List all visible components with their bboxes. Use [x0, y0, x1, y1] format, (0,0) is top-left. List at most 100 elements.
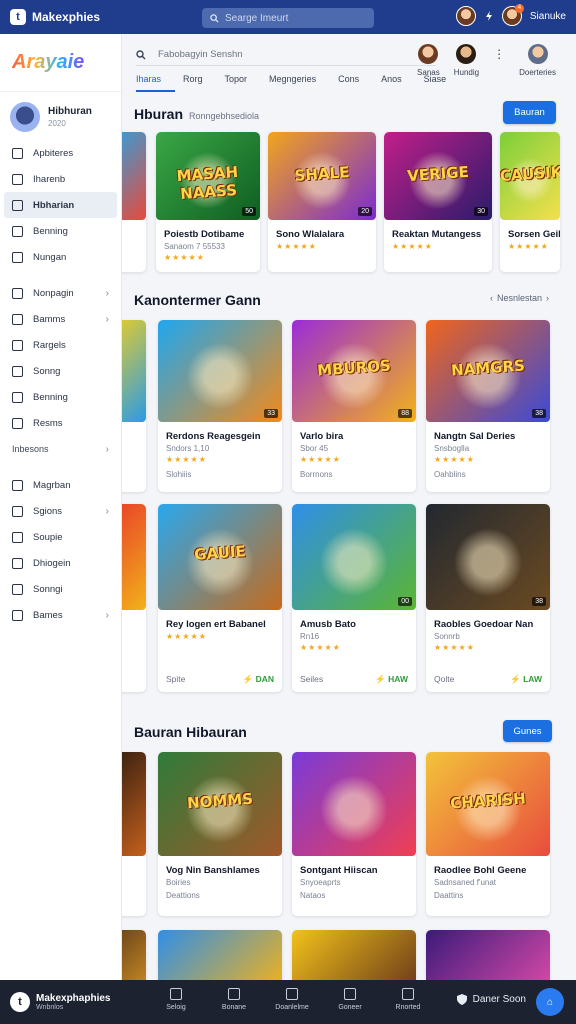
game-thumbnail[interactable]: NAMGRS 38 — [426, 320, 550, 422]
game-card[interactable]: NAMGRS 38 Nangtn Sal Deries Snsboglla ★★★★★ O… — [426, 320, 550, 492]
game-title[interactable]: Vog Nin Banshlames — [166, 865, 260, 876]
sidebar-item-items3-0[interactable]: Magrban — [0, 472, 121, 498]
profile[interactable]: Hibhuran 2020 — [0, 92, 121, 140]
game-card[interactable]: GAUIE Rey logen ert Babanel ★★★★★ Spite DAN — [158, 504, 282, 692]
sidebar-item-items-1[interactable]: Iharenb — [0, 166, 121, 192]
game-title[interactable]: Poiestb Dotibame — [164, 229, 244, 240]
more-dots-icon[interactable]: ⋮ — [493, 44, 505, 64]
game-thumbnail[interactable]: SHALE 20 — [268, 132, 376, 220]
game-card[interactable]: 38 Raobles Goedoar Nan Sonnrb ★★★★★ Qolte LAW — [426, 504, 550, 692]
section-action-button[interactable]: Gunes — [503, 720, 552, 742]
home-fab-button[interactable]: ⌂ — [536, 988, 564, 1016]
game-card[interactable]: CHARISH Raodlee Bohl Geene Sadnsaned f'una… — [426, 752, 550, 916]
tab-1[interactable]: Rorg — [183, 74, 217, 92]
game-title[interactable]: Amusb Bato — [300, 619, 356, 630]
content-search[interactable] — [136, 44, 436, 66]
game-title[interactable]: Raodlee Bohl Geene — [434, 865, 526, 876]
game-card[interactable]: MBUROS 88 Varlo bira Sbor 45 ★★★★★ Borrnons — [292, 320, 416, 492]
tab-5[interactable]: Anos — [381, 74, 416, 92]
see-more-link[interactable]: ‹ Nesnlestan › — [490, 293, 549, 303]
top-user-name[interactable]: Sianuke — [530, 11, 566, 22]
game-card-partial[interactable] — [122, 930, 146, 980]
sub-user-2[interactable]: Hundig — [454, 44, 479, 77]
game-card-partial[interactable] — [158, 930, 282, 980]
game-card-partial[interactable] — [122, 132, 146, 272]
game-title[interactable]: Reaktan Mutangess — [392, 229, 481, 240]
bottom-nav-item[interactable]: Doanlelme — [275, 988, 309, 1011]
chevron-right-icon[interactable]: › — [546, 293, 549, 303]
game-title[interactable]: Sorsen Geilor — [508, 229, 560, 240]
game-thumbnail[interactable]: 33 — [158, 320, 282, 422]
game-price[interactable]: DAN — [243, 674, 274, 685]
game-thumbnail[interactable]: 38 — [426, 504, 550, 610]
sidebar-item-items3-4[interactable]: Sonngi — [0, 576, 121, 602]
game-thumbnail[interactable]: MASAH NAASS 50 — [156, 132, 260, 220]
sidebar-item-items2-5[interactable]: Resms — [0, 410, 121, 436]
game-thumbnail[interactable]: CAUSIKIE — [500, 132, 560, 220]
game-price[interactable]: HAW — [375, 674, 408, 685]
game-card[interactable]: SHALE 20 Sono Wlalalara ★★★★★ — [268, 132, 376, 272]
game-title[interactable]: Rey logen ert Babanel — [166, 619, 266, 630]
sidebar-item-items-3[interactable]: Benning — [0, 218, 121, 244]
top-search-box[interactable] — [202, 8, 374, 28]
bottom-nav-item[interactable]: Rnorted — [392, 988, 424, 1011]
game-card[interactable]: NOMMS Vog Nin Banshlames Boiries Deattions — [158, 752, 282, 916]
game-thumbnail[interactable]: 00 — [292, 504, 416, 610]
sidebar-item-items-2[interactable]: Hbharian — [4, 192, 117, 218]
sidebar-item-items2-0[interactable]: Nonpagin › — [0, 280, 121, 306]
game-thumbnail[interactable]: NOMMS — [158, 752, 282, 856]
tab-2[interactable]: Topor — [225, 74, 262, 92]
top-search-input[interactable] — [225, 12, 365, 24]
game-card[interactable]: VERIGE 30 Reaktan Mutangess ★★★★★ — [384, 132, 492, 272]
game-price[interactable]: LAW — [510, 674, 542, 685]
sidebar-item-items3-5[interactable]: Bames › — [0, 602, 121, 628]
sidebar-item-items2-2[interactable]: Rargels — [0, 332, 121, 358]
game-thumbnail[interactable]: CHARISH — [426, 752, 550, 856]
game-card[interactable]: CAUSIKIE Sorsen Geilor ★★★★★ — [500, 132, 560, 272]
game-card[interactable]: 00 Amusb Bato Rn16 ★★★★★ Seiles HAW — [292, 504, 416, 692]
sub-user-1[interactable]: Sanas — [417, 44, 440, 77]
brand-logo[interactable]: Arayaie — [12, 51, 84, 74]
sidebar-item-items2-4[interactable]: Benning — [0, 384, 121, 410]
tab-0[interactable]: Iharas — [136, 74, 176, 92]
game-thumbnail[interactable]: MBUROS 88 — [292, 320, 416, 422]
game-thumbnail[interactable] — [292, 752, 416, 856]
tab-4[interactable]: Cons — [338, 74, 373, 92]
sidebar-item-items-4[interactable]: Nungan — [0, 244, 121, 270]
game-thumbnail[interactable]: VERIGE 30 — [384, 132, 492, 220]
tab-3[interactable]: Megngeries — [269, 74, 330, 92]
game-title[interactable]: Raobles Goedoar Nan — [434, 619, 533, 630]
sidebar-item-items3-3[interactable]: Dhiogein — [0, 550, 121, 576]
game-card[interactable]: 33 Rerdons Reagesgein Sndors 1,10 ★★★★★ Sloh… — [158, 320, 282, 492]
game-title[interactable]: Rerdons Reagesgein — [166, 431, 261, 442]
sidebar-item-items3-1[interactable]: Sgions › — [0, 498, 121, 524]
game-title[interactable]: Sontgant Hiiscan — [300, 865, 378, 876]
game-card-partial[interactable] — [292, 930, 416, 980]
game-card[interactable]: Sontgant Hiiscan Snyoeaprts Nataos — [292, 752, 416, 916]
sidebar-item-items2-3[interactable]: Sonng — [0, 358, 121, 384]
game-card-partial[interactable] — [426, 930, 550, 980]
content-search-input[interactable] — [158, 49, 408, 60]
sidebar-item-items3-2[interactable]: Soupie — [0, 524, 121, 550]
bottom-nav-item[interactable]: Seloig — [160, 988, 192, 1011]
game-card-partial[interactable] — [122, 320, 146, 492]
sub-user-3[interactable]: Doerteries — [519, 44, 556, 77]
bottom-right-action[interactable]: Daner Soon — [456, 994, 526, 1005]
game-thumbnail[interactable]: GAUIE — [158, 504, 282, 610]
user-avatar[interactable] — [455, 6, 476, 26]
section-action-button[interactable]: Bauran — [503, 101, 556, 124]
game-card-partial[interactable] — [122, 504, 146, 692]
chevron-left-icon[interactable]: ‹ — [490, 293, 493, 303]
flash-icon[interactable] — [484, 11, 494, 21]
game-title[interactable]: Nangtn Sal Deries — [434, 431, 515, 442]
game-card-partial[interactable] — [122, 752, 146, 916]
sidebar-item-items-0[interactable]: Apbiteres — [0, 140, 121, 166]
notification-avatar[interactable]: 4 — [501, 4, 524, 26]
sidebar-section-label[interactable]: Inbesons › — [0, 436, 121, 462]
game-card[interactable]: MASAH NAASS 50 Poiestb Dotibame Sanaom 7 55… — [156, 132, 260, 272]
bottom-logo-icon[interactable]: t — [10, 992, 30, 1012]
game-title[interactable]: Sono Wlalalara — [276, 229, 344, 240]
sidebar-item-items2-1[interactable]: Bamms › — [0, 306, 121, 332]
game-title[interactable]: Varlo bira — [300, 431, 343, 442]
bottom-nav-item[interactable]: Goneer — [334, 988, 366, 1011]
